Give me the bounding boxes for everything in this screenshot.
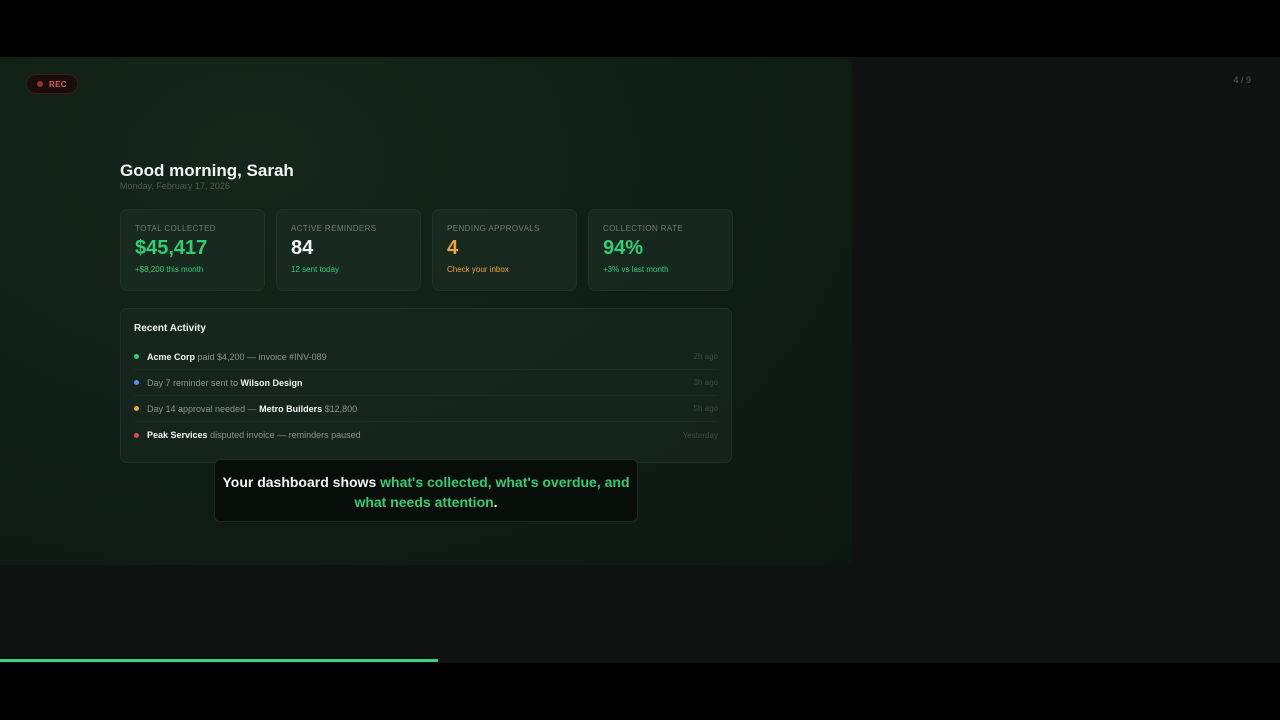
activity-item[interactable]: Peak Services disputed invoice — reminde… [134, 422, 718, 448]
lower-panel [0, 565, 852, 663]
caption-highlight: what's collected, what's overdue, and wh… [354, 474, 630, 510]
caption-end: . [493, 494, 498, 510]
slide-counter: 4 / 9 [1233, 75, 1251, 85]
video-viewport: REC Good morning, Sarah Monday, February… [0, 57, 1280, 663]
stat-value: $45,417 [135, 237, 208, 259]
client-name: Acme Corp [147, 351, 196, 362]
stat-value: 4 [447, 237, 459, 259]
status-dot-icon [134, 406, 139, 411]
narration-caption: Your dashboard shows what's collected, w… [214, 459, 638, 522]
stat-label: ACTIVE REMINDERS [291, 224, 377, 233]
recording-label: REC [49, 79, 67, 89]
stat-card-total-collected[interactable]: TOTAL COLLECTED $45,417 +$8,200 this mon… [120, 209, 265, 291]
recent-activity-panel: Recent Activity Acme Corp paid $4,200 — … [120, 308, 732, 463]
stat-subtext: +$8,200 this month [135, 265, 204, 274]
activity-time: 2h ago [693, 352, 718, 361]
client-name: Metro Builders [259, 403, 323, 414]
activity-text: Acme Corp paid $4,200 — invoice #INV-089 [147, 351, 327, 362]
video-frame: REC Good morning, Sarah Monday, February… [0, 0, 1280, 720]
stat-subtext: Check your inbox [447, 265, 509, 274]
stat-subtext: +3% vs last month [603, 265, 669, 274]
stat-label: PENDING APPROVALS [447, 224, 540, 233]
activity-time: 5h ago [693, 404, 718, 413]
stat-card-pending-approvals[interactable]: PENDING APPROVALS 4 Check your inbox [432, 209, 577, 291]
date-subtitle: Monday, February 17, 2026 [120, 181, 230, 191]
side-panel [852, 57, 1280, 663]
recent-activity-title: Recent Activity [134, 323, 206, 334]
stat-card-active-reminders[interactable]: ACTIVE REMINDERS 84 12 sent today [276, 209, 421, 291]
activity-time: 3h ago [693, 378, 718, 387]
page-title: Good morning, Sarah [120, 161, 294, 180]
stat-cards: TOTAL COLLECTED $45,417 +$8,200 this mon… [120, 209, 733, 291]
video-progress-bar[interactable] [0, 659, 438, 662]
stat-value: 84 [291, 237, 314, 259]
recording-badge: REC [26, 74, 78, 94]
client-name: Wilson Design [240, 377, 303, 388]
dashboard-stage: REC Good morning, Sarah Monday, February… [0, 57, 852, 565]
activity-list: Acme Corp paid $4,200 — invoice #INV-089… [134, 344, 718, 448]
status-dot-icon [134, 380, 139, 385]
stat-label: COLLECTION RATE [603, 224, 684, 233]
activity-text: Peak Services disputed invoice — reminde… [147, 430, 361, 440]
activity-text: Day 7 reminder sent to Wilson Design [147, 377, 303, 388]
stat-subtext: 12 sent today [291, 265, 340, 274]
status-dot-icon [134, 432, 139, 438]
stat-card-collection-rate[interactable]: COLLECTION RATE 94% +3% vs last month [588, 209, 733, 291]
client-name: Peak Services [147, 430, 208, 440]
record-dot-icon [37, 81, 43, 87]
stat-value: 94% [603, 237, 644, 259]
activity-text: Day 14 approval needed — Metro Builders … [147, 403, 358, 414]
caption-text: Your dashboard shows [222, 474, 381, 490]
activity-item[interactable]: Acme Corp paid $4,200 — invoice #INV-089… [134, 344, 718, 370]
stat-label: TOTAL COLLECTED [135, 224, 216, 233]
activity-item[interactable]: Day 14 approval needed — Metro Builders … [134, 396, 718, 422]
activity-time: Yesterday [682, 430, 718, 440]
activity-item[interactable]: Day 7 reminder sent to Wilson Design 3h … [134, 370, 718, 396]
status-dot-icon [134, 354, 139, 359]
